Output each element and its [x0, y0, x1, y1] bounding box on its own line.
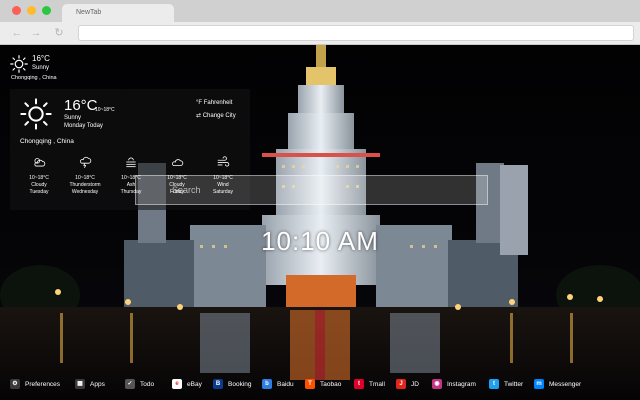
twitter-label: Twitter [504, 380, 524, 388]
todo-icon: ✓ [125, 379, 135, 389]
swap-icon: ⇄ [196, 113, 202, 119]
booking-link[interactable]: B Booking [213, 378, 252, 390]
bottom-shortcut-bar: ⚙ Preferences ▦ Apps ✓ Todo e eBay B Boo… [0, 368, 640, 400]
twitter-link[interactable]: t Twitter [489, 378, 523, 390]
messenger-icon: m [534, 379, 544, 389]
temperature-range: 10~18°C [95, 107, 115, 113]
forecast-condition: Thunderstorm [69, 182, 101, 188]
taobao-icon: T [305, 379, 315, 389]
search-box [135, 175, 488, 205]
mini-condition: Sunny [32, 65, 50, 71]
mini-temperature: 16°C [32, 54, 50, 63]
baidu-link[interactable]: b Baidu [262, 378, 294, 390]
booking-label: Booking [228, 380, 252, 388]
tab-newtab[interactable]: NewTab [62, 4, 174, 22]
taobao-link[interactable]: T Taobao [305, 378, 341, 390]
mini-weather-widget[interactable]: 16°C Sunny Chongqing , China [10, 53, 80, 88]
forecast-day: 10~18°C Thunderstorm Wednesday [62, 155, 108, 207]
change-city-label: Change City [202, 113, 236, 119]
maximize-window-button[interactable] [42, 6, 51, 15]
baidu-icon: b [262, 379, 272, 389]
minimize-window-button[interactable] [27, 6, 36, 15]
forecast-range: 10~18°C [75, 175, 95, 181]
forecast-condition: Cloudy [31, 182, 47, 188]
forecast-range: 10~18°C [29, 175, 49, 181]
fahrenheit-toggle[interactable]: °F Fahrenheit [196, 100, 232, 106]
wind-icon [217, 156, 230, 167]
apps-label: Apps [90, 380, 105, 388]
cloudy-icon [34, 158, 46, 167]
gear-icon: ⚙ [10, 379, 20, 389]
apps-button[interactable]: ▦ Apps [75, 378, 105, 390]
messenger-label: Messenger [549, 380, 582, 388]
forecast-day: 10~18°C Cloudy Tuesday [16, 155, 62, 207]
ash-icon [126, 157, 136, 168]
tab-strip: NewTab [0, 0, 640, 22]
change-city-button[interactable]: ⇄ Change City [196, 112, 236, 119]
forecast-day-name: Wednesday [71, 189, 99, 195]
messenger-link[interactable]: m Messenger [534, 378, 581, 390]
booking-icon: B [213, 379, 223, 389]
instagram-link[interactable]: ◉ Instagram [432, 378, 476, 390]
sun-icon [20, 98, 52, 130]
sun-icon [10, 55, 28, 73]
tmall-label: Tmall [369, 380, 385, 388]
fahrenheit-icon: °F [196, 100, 203, 106]
clock: 10:10 AM [261, 226, 379, 256]
current-temperature: 16°C [64, 97, 98, 114]
ebay-label: eBay [187, 380, 202, 388]
ebay-icon: e [172, 379, 182, 389]
todo-button[interactable]: ✓ Todo [125, 378, 154, 390]
jd-icon: J [396, 379, 406, 389]
mini-city: Chongqing , China [11, 75, 57, 81]
fahrenheit-label: Fahrenheit [203, 100, 233, 106]
reload-icon[interactable]: ↻ [52, 26, 66, 40]
close-window-button[interactable] [12, 6, 21, 15]
current-condition: Sunny [64, 115, 82, 121]
search-input[interactable] [136, 176, 487, 204]
twitter-icon: t [489, 379, 499, 389]
apps-grid-icon: ▦ [75, 379, 85, 389]
preferences-label: Preferences [25, 380, 61, 388]
instagram-icon: ◉ [432, 379, 442, 389]
thunderstorm-icon [80, 156, 92, 169]
address-bar[interactable] [78, 25, 634, 41]
forward-arrow-icon[interactable]: → [29, 26, 43, 40]
browser-toolbar: ← → ↻ [0, 22, 640, 45]
preferences-button[interactable]: ⚙ Preferences [10, 378, 60, 390]
browser-chrome: NewTab ← → ↻ [0, 0, 640, 45]
ebay-link[interactable]: e eBay [172, 378, 202, 390]
tmall-icon: t [354, 379, 364, 389]
back-arrow-icon[interactable]: ← [10, 26, 24, 40]
tab-title: NewTab [76, 9, 102, 16]
cloud-icon [172, 159, 184, 166]
jd-link[interactable]: J JD [396, 378, 419, 390]
todo-label: Todo [140, 380, 155, 388]
baidu-label: Baidu [277, 380, 294, 388]
instagram-label: Instagram [447, 380, 476, 388]
weather-city: Chongqing , China [20, 138, 74, 145]
taobao-label: Taobao [320, 380, 342, 388]
jd-label: JD [411, 380, 419, 388]
forecast-day-name: Tuesday [29, 189, 49, 195]
tmall-link[interactable]: t Tmall [354, 378, 385, 390]
current-day: Monday Today [64, 123, 103, 129]
